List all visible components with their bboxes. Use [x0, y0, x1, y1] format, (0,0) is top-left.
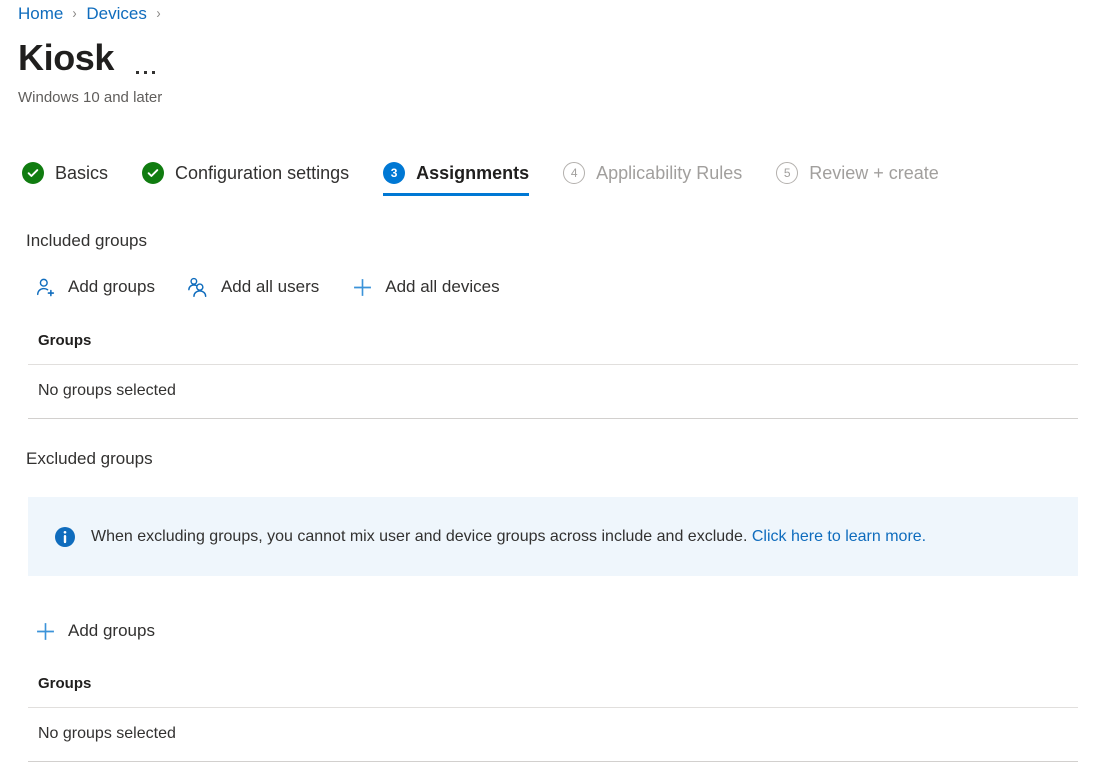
- tab-assignments[interactable]: 3 Assignments: [383, 160, 529, 196]
- column-header-groups: Groups: [28, 674, 1078, 708]
- included-groups-grid: Groups No groups selected: [28, 331, 1078, 419]
- table-row: No groups selected: [28, 365, 1078, 419]
- tab-configuration-settings[interactable]: Configuration settings: [142, 160, 349, 196]
- included-groups-command-bar: Add groups Add all users Add all devices: [32, 274, 500, 300]
- info-banner-message: When excluding groups, you cannot mix us…: [91, 528, 752, 545]
- tab-applicability-rules[interactable]: 4 Applicability Rules: [563, 160, 742, 196]
- excluded-groups-command-bar: Add groups: [32, 618, 155, 644]
- add-groups-button[interactable]: Add groups: [32, 618, 155, 644]
- command-label: Add groups: [68, 619, 155, 643]
- page-title: Kiosk: [18, 37, 114, 79]
- tab-label: Review + create: [809, 160, 939, 186]
- tab-label: Applicability Rules: [596, 160, 742, 186]
- info-banner: When excluding groups, you cannot mix us…: [28, 497, 1078, 576]
- breadcrumb-separator-icon: ›: [73, 2, 77, 26]
- tab-basics[interactable]: Basics: [22, 160, 108, 196]
- plus-icon: [349, 274, 375, 300]
- add-all-users-button[interactable]: Add all users: [185, 274, 319, 300]
- tab-label: Configuration settings: [175, 160, 349, 186]
- add-groups-button[interactable]: Add groups: [32, 274, 155, 300]
- command-label: Add groups: [68, 275, 155, 299]
- add-all-devices-button[interactable]: Add all devices: [349, 274, 499, 300]
- people-icon: [185, 274, 211, 300]
- excluded-groups-heading: Excluded groups: [26, 447, 153, 471]
- tab-label: Basics: [55, 160, 108, 186]
- tab-review-create[interactable]: 5 Review + create: [776, 160, 939, 196]
- info-icon: [54, 526, 76, 548]
- add-user-icon: [32, 274, 58, 300]
- command-label: Add all devices: [385, 275, 499, 299]
- page-subtitle: Windows 10 and later: [18, 87, 162, 109]
- info-banner-text: When excluding groups, you cannot mix us…: [91, 526, 926, 548]
- excluded-groups-grid: Groups No groups selected: [28, 674, 1078, 762]
- step-number-badge: 5: [776, 162, 798, 184]
- breadcrumb-separator-icon: ›: [156, 2, 160, 26]
- breadcrumb-item-devices[interactable]: Devices: [86, 2, 146, 26]
- column-header-groups: Groups: [28, 331, 1078, 365]
- active-tab-indicator: [383, 193, 529, 196]
- learn-more-link[interactable]: Click here to learn more.: [752, 528, 926, 545]
- step-number-badge: 4: [563, 162, 585, 184]
- ellipsis-icon[interactable]: [136, 36, 160, 80]
- step-number-badge: 3: [383, 162, 405, 184]
- breadcrumb: Home › Devices ›: [18, 2, 170, 26]
- wizard-tabs: Basics Configuration settings 3 Assignme…: [22, 160, 973, 196]
- included-groups-heading: Included groups: [26, 229, 147, 253]
- plus-icon: [32, 618, 58, 644]
- title-row: Kiosk: [18, 36, 160, 80]
- check-circle-icon: [142, 162, 164, 184]
- command-label: Add all users: [221, 275, 319, 299]
- breadcrumb-item-home[interactable]: Home: [18, 2, 63, 26]
- check-circle-icon: [22, 162, 44, 184]
- tab-label: Assignments: [416, 160, 529, 186]
- table-row: No groups selected: [28, 708, 1078, 762]
